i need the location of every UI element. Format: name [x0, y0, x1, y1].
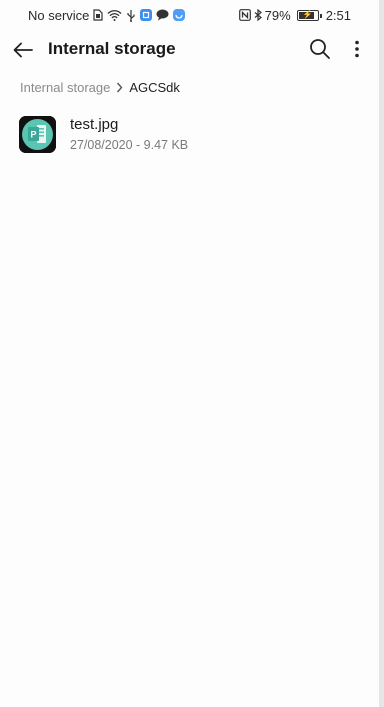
clock: 2:51 — [325, 7, 351, 23]
status-left: No service — [28, 7, 186, 23]
back-button[interactable] — [10, 38, 36, 62]
status-bar: No service 79% ⚡ 2:51 — [0, 0, 379, 30]
app-badge-icon — [173, 9, 186, 21]
wifi-icon — [107, 9, 122, 21]
nfc-icon — [238, 9, 251, 21]
search-icon — [310, 39, 330, 59]
more-vert-icon — [355, 40, 359, 58]
sim-icon — [93, 9, 104, 21]
list-item[interactable]: P test.jpg 27/08/2020 - 9.47 KB — [0, 110, 379, 162]
more-options-button[interactable] — [348, 36, 366, 62]
breadcrumb-root[interactable]: Internal storage — [20, 80, 110, 95]
bluetooth-icon — [254, 9, 262, 21]
app-bar: Internal storage — [0, 30, 379, 70]
image-file-icon: P — [19, 116, 56, 153]
file-name: test.jpg — [70, 116, 119, 133]
breadcrumb: Internal storage AGCSdk — [0, 70, 379, 104]
back-arrow-icon — [13, 42, 33, 58]
app-notification-icon — [140, 9, 153, 21]
usb-icon — [126, 9, 136, 22]
page-title: Internal storage — [48, 39, 176, 58]
search-button[interactable] — [307, 36, 333, 62]
breadcrumb-current[interactable]: AGCSdk — [129, 80, 180, 95]
carrier-label: No service — [28, 7, 90, 23]
chevron-right-icon — [116, 82, 123, 93]
svg-text:P: P — [30, 130, 36, 140]
battery-percent: 79% — [264, 7, 291, 23]
chat-icon — [156, 9, 169, 21]
file-meta: 27/08/2020 - 9.47 KB — [70, 138, 189, 152]
status-right: 79% ⚡ 2:51 — [238, 7, 369, 23]
file-manager-screen: No service 79% ⚡ 2:51 Internal storage I… — [0, 0, 384, 707]
battery-icon: ⚡ — [296, 9, 322, 21]
